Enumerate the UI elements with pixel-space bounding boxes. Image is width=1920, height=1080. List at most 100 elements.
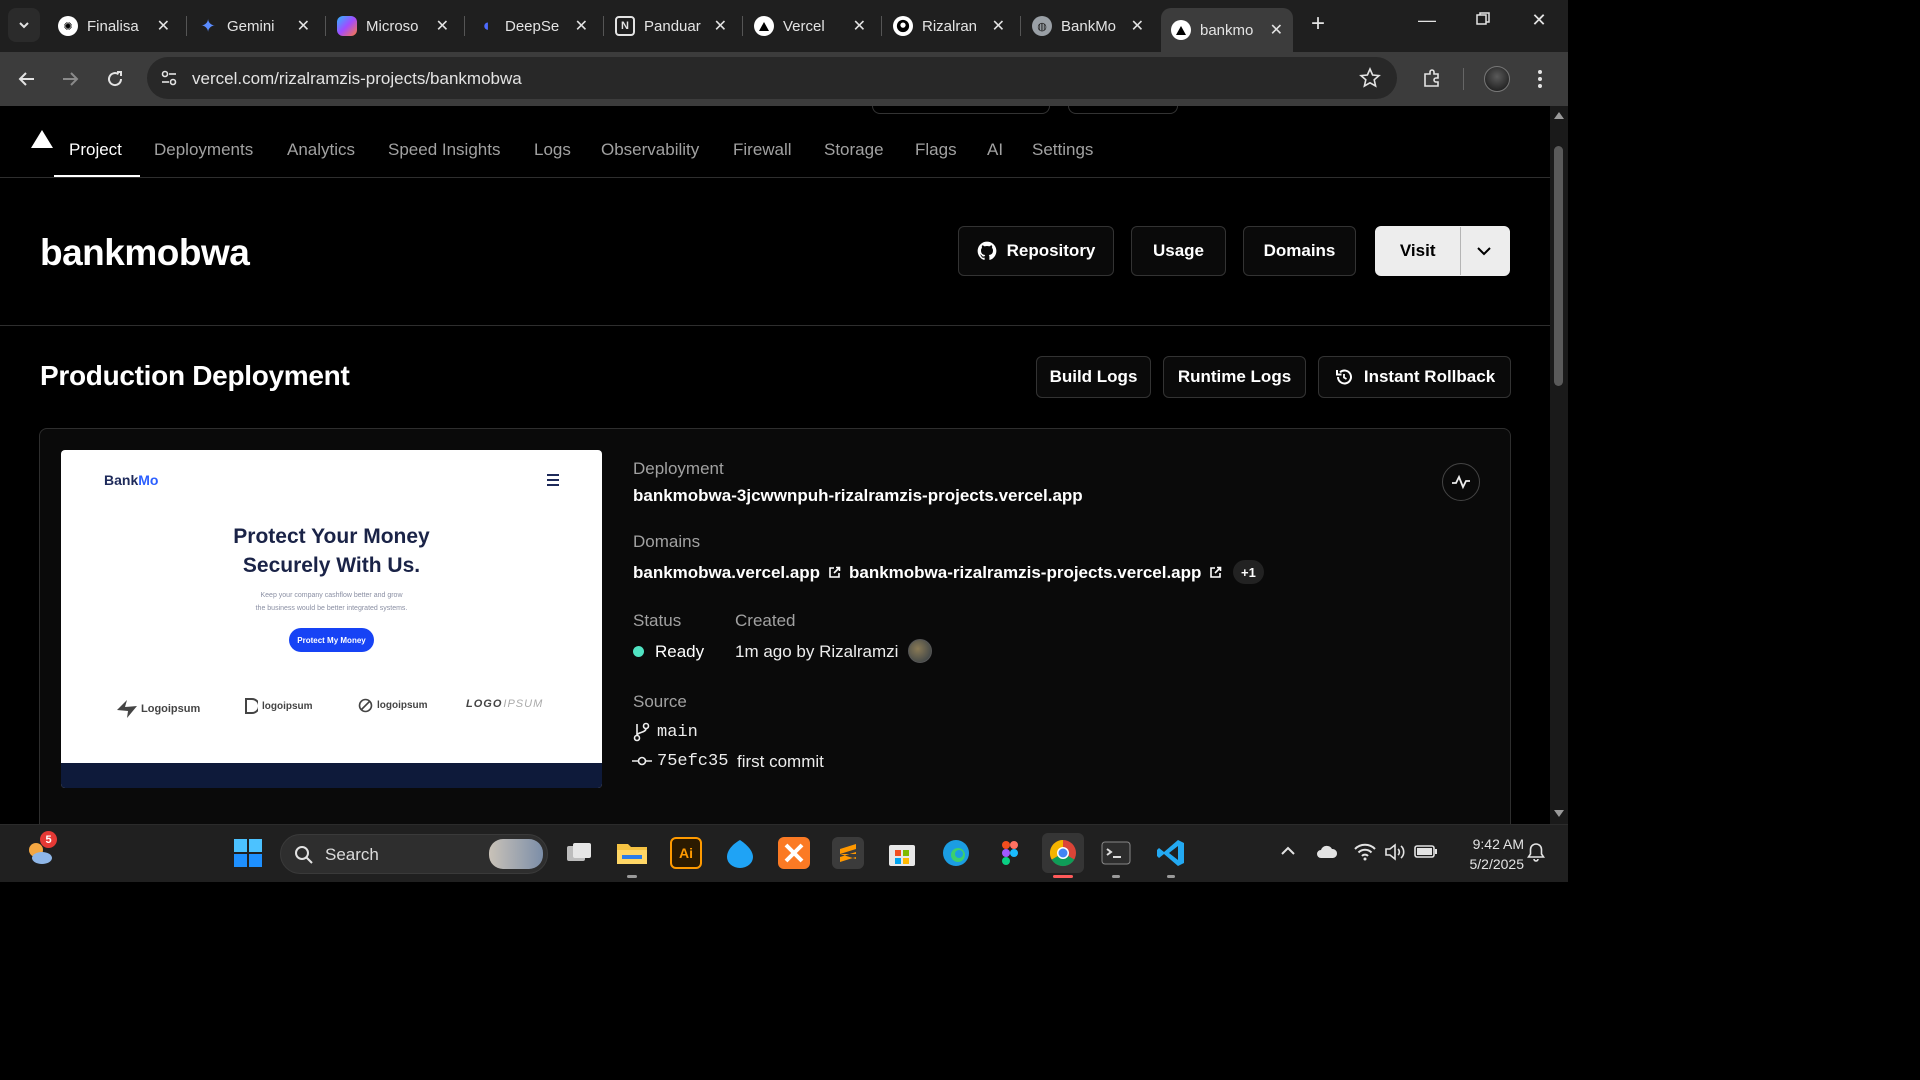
- tab-deepseek[interactable]: ◖ DeepSe ✕: [466, 8, 598, 44]
- file-explorer-button[interactable]: [616, 837, 648, 869]
- project-title: bankmobwa: [40, 232, 250, 273]
- new-tab-button[interactable]: +: [1305, 12, 1331, 38]
- close-icon[interactable]: ✕: [157, 16, 170, 36]
- runtime-logs-button[interactable]: Runtime Logs: [1163, 356, 1306, 398]
- tab-finalisa[interactable]: ✺ Finalisa ✕: [48, 8, 180, 44]
- battery-icon[interactable]: [1414, 843, 1438, 863]
- commit-message: first commit: [737, 752, 824, 771]
- forward-button[interactable]: [55, 64, 85, 94]
- tab-panduan[interactable]: N Panduar ✕: [605, 8, 737, 44]
- drop-app-button[interactable]: [724, 837, 756, 869]
- domain-link-1[interactable]: bankmobwa.vercel.app: [633, 563, 841, 583]
- activity-button[interactable]: [1442, 463, 1480, 501]
- deployment-url-link[interactable]: bankmobwa-3jcwwnpuh-rizalramzis-projects…: [633, 486, 1083, 506]
- back-button[interactable]: [12, 64, 42, 94]
- wifi-icon[interactable]: [1354, 843, 1376, 865]
- xampp-button[interactable]: [778, 837, 810, 869]
- sublime-button[interactable]: [832, 837, 864, 869]
- nav-firewall[interactable]: Firewall: [733, 140, 792, 160]
- nav-storage[interactable]: Storage: [824, 140, 884, 160]
- volume-icon[interactable]: [1384, 843, 1406, 865]
- tab-gemini[interactable]: ✦ Gemini ✕: [188, 8, 320, 44]
- restore-button[interactable]: [1468, 10, 1498, 31]
- vscode-button[interactable]: [1155, 837, 1187, 869]
- start-button[interactable]: [232, 837, 264, 869]
- close-icon[interactable]: ✕: [575, 16, 588, 36]
- notifications-icon[interactable]: [1527, 842, 1545, 866]
- domains-button[interactable]: Domains: [1243, 226, 1356, 276]
- author-avatar[interactable]: [908, 639, 932, 663]
- tab-microsoft[interactable]: Microso ✕: [327, 8, 459, 44]
- nav-ai[interactable]: AI: [987, 140, 1003, 160]
- usage-label: Usage: [1152, 241, 1205, 260]
- droplet-icon: [727, 840, 753, 868]
- extensions-button[interactable]: [1417, 64, 1447, 94]
- nav-analytics[interactable]: Analytics: [287, 140, 355, 160]
- scroll-thumb[interactable]: [1554, 146, 1563, 386]
- bookmark-star-icon[interactable]: [1359, 66, 1381, 94]
- nav-speed-insights[interactable]: Speed Insights: [388, 140, 500, 160]
- close-icon[interactable]: ✕: [1131, 16, 1144, 36]
- terminal-button[interactable]: [1100, 837, 1132, 869]
- close-icon[interactable]: ✕: [436, 16, 449, 36]
- visit-dropdown-button[interactable]: [1459, 246, 1509, 256]
- edge-button[interactable]: [940, 837, 972, 869]
- scroll-down-arrow-icon[interactable]: [1554, 810, 1564, 817]
- task-view-button[interactable]: [563, 837, 595, 869]
- onedrive-icon[interactable]: [1316, 845, 1338, 863]
- close-icon[interactable]: ✕: [714, 16, 727, 36]
- domain-link-2[interactable]: bankmobwa-rizalramzis-projects.vercel.ap…: [849, 563, 1222, 583]
- browser-menu-icon[interactable]: [1525, 64, 1555, 94]
- nav-project[interactable]: Project: [69, 140, 122, 160]
- nav-settings[interactable]: Settings: [1032, 140, 1093, 160]
- store-button[interactable]: [886, 837, 918, 869]
- nav-logs[interactable]: Logs: [534, 140, 571, 160]
- production-deployment-title: Production Deployment: [40, 360, 350, 391]
- close-window-button[interactable]: ✕: [1524, 10, 1554, 31]
- figma-button[interactable]: [994, 837, 1026, 869]
- instant-rollback-button[interactable]: Instant Rollback: [1318, 356, 1511, 398]
- tab-label: Vercel: [783, 17, 825, 35]
- branch-name[interactable]: main: [657, 723, 698, 742]
- chrome-button[interactable]: [1042, 833, 1084, 873]
- weather-widget[interactable]: 5: [24, 831, 57, 869]
- close-icon[interactable]: ✕: [853, 16, 866, 36]
- scroll-up-arrow-icon[interactable]: [1554, 112, 1564, 119]
- runtime-logs-label: Runtime Logs: [1177, 367, 1292, 386]
- tab-bankmo-active[interactable]: bankmo ✕: [1161, 8, 1293, 52]
- close-icon[interactable]: ✕: [297, 16, 310, 36]
- close-icon[interactable]: ✕: [992, 16, 1005, 36]
- repository-button[interactable]: Repository: [958, 226, 1114, 276]
- status-ready-dot: [633, 646, 644, 657]
- project-header: bankmobwa Repository Usage Domains Visit: [0, 178, 1550, 326]
- nav-deployments[interactable]: Deployments: [154, 140, 253, 160]
- build-logs-button[interactable]: Build Logs: [1036, 356, 1151, 398]
- address-bar[interactable]: vercel.com/rizalramzis-projects/bankmobw…: [147, 57, 1397, 99]
- nav-flags[interactable]: Flags: [915, 140, 957, 160]
- visit-button[interactable]: Visit: [1376, 241, 1459, 261]
- page-scrollbar[interactable]: [1550, 106, 1568, 824]
- search-highlight-image: [489, 839, 543, 869]
- taskbar-clock[interactable]: 9:42 AM 5/2/2025: [1452, 834, 1525, 874]
- tab-vercel[interactable]: Vercel ✕: [744, 8, 876, 44]
- vercel-logo-icon[interactable]: [31, 130, 53, 148]
- tray-overflow-icon[interactable]: [1280, 843, 1296, 860]
- taskbar-search[interactable]: Search: [280, 834, 548, 874]
- deployment-preview[interactable]: BankMo Protect Your Money Securely With …: [61, 450, 602, 788]
- close-icon[interactable]: ✕: [1270, 20, 1283, 40]
- copilot-icon: [337, 16, 357, 36]
- more-domains-badge[interactable]: +1: [1233, 560, 1264, 584]
- git-branch-icon: [633, 722, 650, 742]
- browser-toolbar: vercel.com/rizalramzis-projects/bankmobw…: [0, 52, 1568, 106]
- profile-avatar[interactable]: [1482, 64, 1512, 94]
- nav-observability[interactable]: Observability: [601, 140, 699, 160]
- commit-hash[interactable]: 75efc35: [657, 752, 728, 771]
- site-settings-icon[interactable]: [157, 66, 181, 90]
- reload-button[interactable]: [100, 64, 130, 94]
- usage-button[interactable]: Usage: [1131, 226, 1226, 276]
- illustrator-button[interactable]: Ai: [670, 837, 702, 869]
- minimize-button[interactable]: —: [1412, 10, 1442, 31]
- tab-github[interactable]: Rizalran ✕: [883, 8, 1015, 44]
- tab-bankmo-site[interactable]: ◍ BankMo ✕: [1022, 8, 1154, 44]
- tab-search-button[interactable]: [8, 8, 40, 42]
